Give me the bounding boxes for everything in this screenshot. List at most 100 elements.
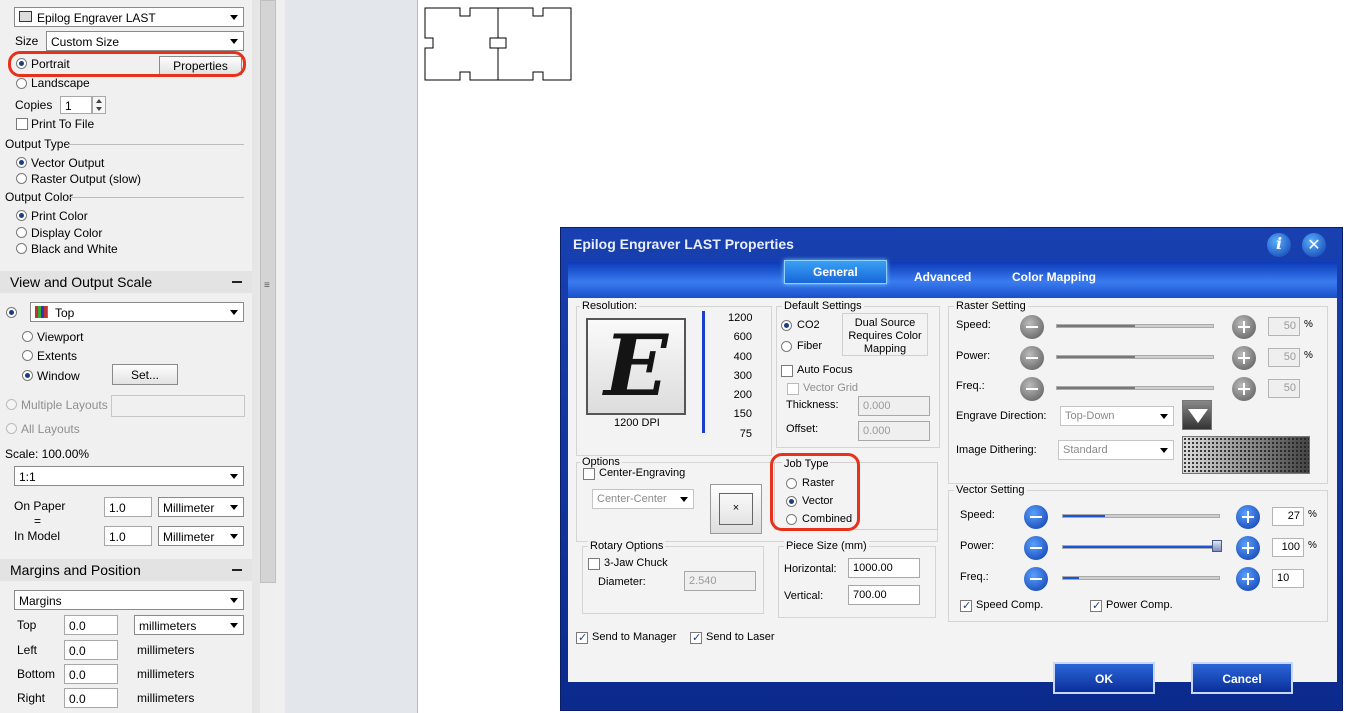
tab-advanced[interactable]: Advanced xyxy=(914,270,971,284)
black-white-radio[interactable] xyxy=(16,243,27,254)
margin-top-input[interactable]: 0.0 xyxy=(64,615,118,635)
raster-freq-plus-icon[interactable] xyxy=(1232,377,1256,401)
all-layouts-radio[interactable] xyxy=(6,423,17,434)
vector-power-minus-icon[interactable] xyxy=(1024,536,1048,560)
collapse-icon[interactable] xyxy=(232,569,242,571)
raster-freq-slider[interactable] xyxy=(1056,386,1214,390)
landscape-radio[interactable] xyxy=(16,78,27,89)
speed-comp-checkbox[interactable] xyxy=(960,599,972,612)
print-settings-panel: Epilog Engraver LAST Size Custom Size Po… xyxy=(0,0,252,713)
send-to-manager-checkbox[interactable] xyxy=(576,631,588,644)
res-value[interactable]: 150 xyxy=(728,405,752,424)
down-arrow-icon[interactable] xyxy=(1182,400,1212,430)
collapse-icon[interactable] xyxy=(232,281,242,283)
window-radio[interactable] xyxy=(22,370,33,381)
resolution-slider[interactable] xyxy=(702,311,705,433)
tab-color-mapping[interactable]: Color Mapping xyxy=(1012,270,1096,284)
scroll-track[interactable] xyxy=(260,583,276,713)
copies-input[interactable]: 1 xyxy=(60,96,92,114)
vector-freq-value[interactable]: 10 xyxy=(1272,569,1304,588)
multiple-layouts-field[interactable] xyxy=(111,395,245,417)
view-dropdown[interactable]: Top xyxy=(30,302,244,322)
tab-general[interactable]: General xyxy=(784,260,887,284)
info-icon[interactable]: i xyxy=(1267,233,1291,257)
copies-spinner[interactable] xyxy=(92,96,106,114)
cancel-button[interactable]: Cancel xyxy=(1191,662,1293,694)
raster-power-plus-icon[interactable] xyxy=(1232,346,1256,370)
dithering-dropdown[interactable]: Standard xyxy=(1058,440,1174,460)
ok-button[interactable]: OK xyxy=(1053,662,1155,694)
margins-section-header[interactable]: Margins and Position xyxy=(0,559,252,581)
printer-dropdown[interactable]: Epilog Engraver LAST xyxy=(14,7,244,27)
margin-left-input[interactable]: 0.0 xyxy=(64,640,118,660)
vector-speed-value[interactable]: 27 xyxy=(1272,507,1304,526)
vector-freq-minus-icon[interactable] xyxy=(1024,567,1048,591)
raster-power-minus-icon[interactable] xyxy=(1020,346,1044,370)
vector-power-value[interactable]: 100 xyxy=(1272,538,1304,557)
power-slider-thumb[interactable] xyxy=(1212,540,1222,552)
res-value[interactable]: 1200 xyxy=(728,309,752,328)
size-dropdown[interactable]: Custom Size xyxy=(46,31,244,51)
extents-radio[interactable] xyxy=(22,350,33,361)
thickness-input[interactable]: 0.000 xyxy=(858,396,930,416)
raster-output-radio[interactable] xyxy=(16,173,27,184)
viewport-radio[interactable] xyxy=(22,331,33,342)
engrave-direction-dropdown[interactable]: Top-Down xyxy=(1060,406,1174,426)
on-paper-input[interactable]: 1.0 xyxy=(104,497,152,517)
vector-freq-slider[interactable] xyxy=(1062,576,1220,580)
vertical-input[interactable]: 700.00 xyxy=(848,585,920,605)
vector-speed-slider[interactable] xyxy=(1062,514,1220,518)
center-engraving-checkbox[interactable] xyxy=(583,468,595,480)
margin-bottom-input[interactable]: 0.0 xyxy=(64,664,118,684)
in-model-input[interactable]: 1.0 xyxy=(104,526,152,546)
fiber-radio[interactable] xyxy=(781,341,792,352)
view-scale-section-header[interactable]: View and Output Scale xyxy=(0,271,252,293)
center-position-widget[interactable]: × xyxy=(710,484,762,534)
vector-freq-plus-icon[interactable] xyxy=(1236,567,1260,591)
in-model-unit-dropdown[interactable]: Millimeter xyxy=(158,526,244,546)
vector-speed-minus-icon[interactable] xyxy=(1024,505,1048,529)
raster-freq-minus-icon[interactable] xyxy=(1020,377,1044,401)
margin-right-input[interactable]: 0.0 xyxy=(64,688,118,708)
offset-input[interactable]: 0.000 xyxy=(858,421,930,441)
close-icon[interactable]: ✕ xyxy=(1302,233,1326,257)
jaw-chuck-checkbox[interactable] xyxy=(588,558,600,570)
margin-unit-dropdown[interactable]: millimeters xyxy=(134,615,244,635)
power-comp-checkbox[interactable] xyxy=(1090,599,1102,612)
scale-dropdown[interactable]: 1:1 xyxy=(14,466,244,486)
print-color-radio[interactable] xyxy=(16,210,27,221)
raster-speed-value[interactable]: 50 xyxy=(1268,317,1300,336)
splitter-grip-icon[interactable]: ≡ xyxy=(264,280,270,291)
panel-scrollbar[interactable] xyxy=(260,0,276,583)
splitter[interactable] xyxy=(276,0,285,713)
vector-power-slider[interactable] xyxy=(1062,545,1220,549)
auto-focus-checkbox[interactable] xyxy=(781,365,793,377)
res-value[interactable]: 200 xyxy=(728,386,752,405)
display-color-radio[interactable] xyxy=(16,227,27,238)
res-value[interactable]: 300 xyxy=(728,367,752,386)
horizontal-input[interactable]: 1000.00 xyxy=(848,558,920,578)
vector-power-plus-icon[interactable] xyxy=(1236,536,1260,560)
raster-freq-value[interactable]: 50 xyxy=(1268,379,1300,398)
raster-speed-slider[interactable] xyxy=(1056,324,1214,328)
vector-speed-plus-icon[interactable] xyxy=(1236,505,1260,529)
print-to-file-checkbox[interactable] xyxy=(16,118,28,130)
raster-power-value[interactable]: 50 xyxy=(1268,348,1300,367)
vector-output-radio[interactable] xyxy=(16,157,27,168)
set-button[interactable]: Set... xyxy=(112,364,178,385)
multiple-layouts-radio[interactable] xyxy=(6,399,17,410)
view-radio[interactable] xyxy=(6,307,17,318)
center-position-dropdown[interactable]: Center-Center xyxy=(592,489,694,509)
raster-speed-minus-icon[interactable] xyxy=(1020,315,1044,339)
send-to-laser-checkbox[interactable] xyxy=(690,631,702,644)
raster-power-slider[interactable] xyxy=(1056,355,1214,359)
raster-speed-plus-icon[interactable] xyxy=(1232,315,1256,339)
on-paper-unit-dropdown[interactable]: Millimeter xyxy=(158,497,244,517)
res-value[interactable]: 400 xyxy=(728,348,752,367)
co2-radio[interactable] xyxy=(781,320,792,331)
res-value[interactable]: 600 xyxy=(728,328,752,347)
margins-mode-dropdown[interactable]: Margins xyxy=(14,590,244,610)
diameter-input[interactable]: 2.540 xyxy=(684,571,756,591)
res-value[interactable]: 75 xyxy=(728,425,752,444)
vector-grid-checkbox[interactable] xyxy=(787,383,799,395)
